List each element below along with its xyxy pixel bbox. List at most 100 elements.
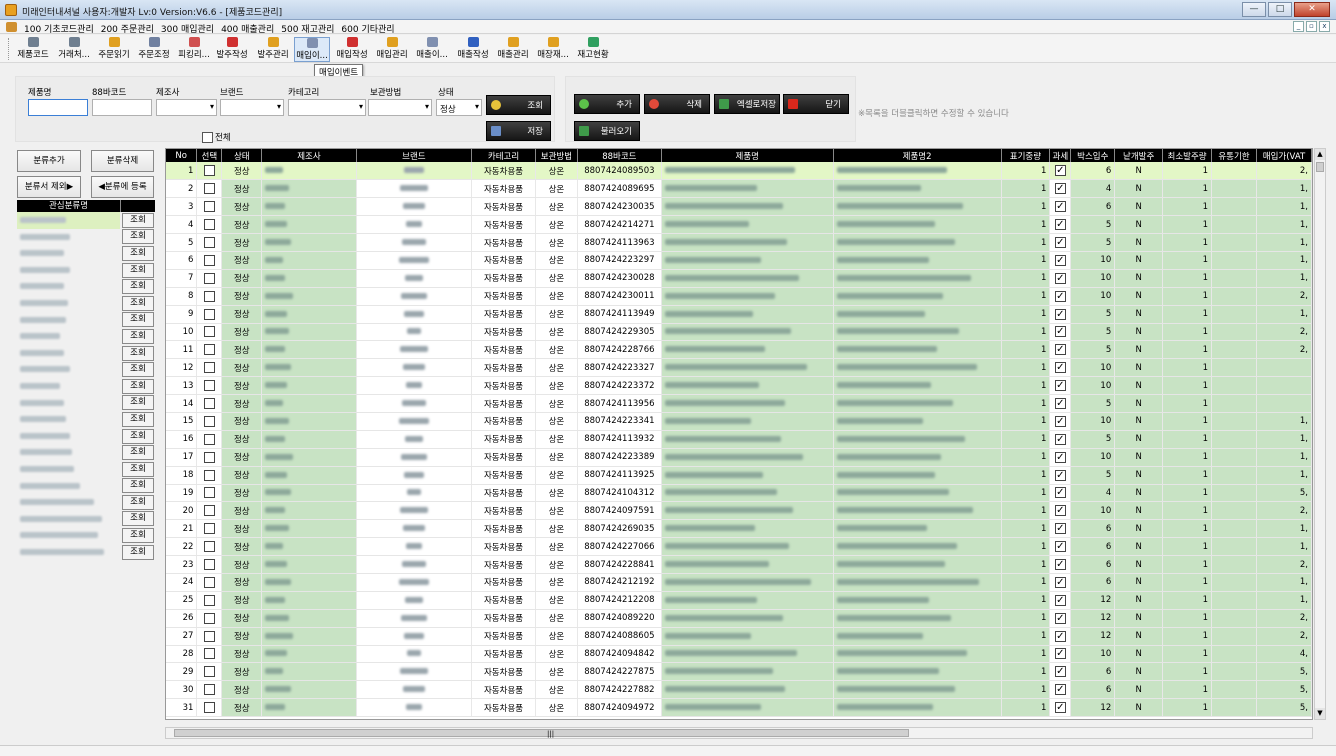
category-query-button[interactable]: 조회: [122, 411, 154, 427]
tax-checkbox[interactable]: ✓: [1054, 451, 1066, 463]
cell-tax[interactable]: ✓: [1049, 376, 1072, 396]
tax-checkbox[interactable]: ✓: [1054, 398, 1066, 410]
cell-select[interactable]: [196, 269, 223, 288]
category-query-button[interactable]: 조회: [122, 328, 154, 344]
cell-tax[interactable]: ✓: [1049, 609, 1072, 628]
category-query-button[interactable]: 조회: [122, 478, 154, 494]
category-row[interactable]: 조회: [17, 212, 155, 229]
category-query-button[interactable]: 조회: [122, 395, 154, 411]
category-query-button[interactable]: 조회: [122, 362, 154, 378]
category-row[interactable]: 조회: [17, 478, 155, 495]
cell-tax[interactable]: ✓: [1049, 323, 1072, 342]
cell-select[interactable]: [196, 287, 223, 306]
cell-tax[interactable]: ✓: [1049, 537, 1072, 557]
tax-checkbox[interactable]: ✓: [1054, 666, 1066, 678]
toolbar-button-13[interactable]: 매출관리: [494, 37, 532, 62]
cell-select[interactable]: [196, 698, 223, 718]
table-row[interactable]: 31 정상 자동차용품 상온 8807424094972 1 ✓ 12 N 1 5,: [166, 698, 1312, 718]
tax-checkbox[interactable]: ✓: [1054, 290, 1066, 302]
cell-tax[interactable]: ✓: [1049, 519, 1072, 539]
cell-select[interactable]: [196, 305, 223, 324]
add-category-button[interactable]: 분류추가: [17, 150, 81, 172]
category-row[interactable]: 조회: [17, 527, 155, 544]
cell-select[interactable]: [196, 519, 223, 539]
status-select[interactable]: 정상: [436, 99, 482, 116]
category-query-button[interactable]: 조회: [122, 262, 154, 278]
tax-checkbox[interactable]: ✓: [1054, 576, 1066, 588]
tax-checkbox[interactable]: ✓: [1054, 594, 1066, 606]
cell-tax[interactable]: ✓: [1049, 179, 1072, 199]
toolbar-button-6[interactable]: 발주작성: [214, 37, 250, 62]
table-row[interactable]: 16 정상 자동차용품 상온 8807424113932 1 ✓ 5 N 1 1,: [166, 430, 1312, 449]
cell-select[interactable]: [196, 448, 223, 467]
table-row[interactable]: 15 정상 자동차용품 상온 8807424223341 1 ✓ 10 N 1 1,: [166, 412, 1312, 431]
category-row[interactable]: 조회: [17, 494, 155, 511]
cell-select[interactable]: [196, 162, 223, 181]
cell-select[interactable]: [196, 179, 223, 199]
tax-checkbox[interactable]: ✓: [1054, 308, 1066, 320]
table-row[interactable]: 24 정상 자동차용품 상온 8807424212192 1 ✓ 6 N 1 1,: [166, 573, 1312, 592]
row-checkbox[interactable]: [203, 254, 215, 266]
category-row[interactable]: 조회: [17, 312, 155, 329]
row-checkbox[interactable]: [203, 362, 215, 374]
cell-select[interactable]: [196, 627, 223, 646]
row-checkbox[interactable]: [203, 487, 215, 499]
tax-checkbox[interactable]: ✓: [1054, 648, 1066, 660]
menu-item-3[interactable]: 300 매입관리: [161, 22, 214, 35]
cell-tax[interactable]: ✓: [1049, 305, 1072, 324]
cell-tax[interactable]: ✓: [1049, 591, 1072, 610]
row-checkbox[interactable]: [203, 630, 215, 642]
cell-tax[interactable]: ✓: [1049, 215, 1072, 235]
row-checkbox[interactable]: [203, 648, 215, 660]
cell-select[interactable]: [196, 394, 223, 413]
table-row[interactable]: 29 정상 자동차용품 상온 8807424227875 1 ✓ 6 N 1 5,: [166, 662, 1312, 682]
category-query-button[interactable]: 조회: [122, 461, 154, 477]
product-name-input[interactable]: [28, 99, 88, 116]
cell-select[interactable]: [196, 680, 223, 700]
tax-checkbox[interactable]: ✓: [1054, 380, 1066, 392]
category-row[interactable]: 조회: [17, 395, 155, 412]
maximize-button[interactable]: □: [1268, 2, 1292, 17]
toolbar-button-2[interactable]: 거래처...: [56, 37, 92, 62]
scroll-down-button[interactable]: ▼: [1315, 708, 1325, 719]
row-checkbox[interactable]: [203, 594, 215, 606]
cell-select[interactable]: [196, 573, 223, 592]
h-scroll-thumb[interactable]: |||: [174, 729, 909, 738]
cell-select[interactable]: [196, 340, 223, 360]
category-query-button[interactable]: 조회: [122, 511, 154, 527]
category-query-button[interactable]: 조회: [122, 245, 154, 261]
tax-checkbox[interactable]: ✓: [1054, 344, 1066, 356]
cell-tax[interactable]: ✓: [1049, 662, 1072, 682]
row-checkbox[interactable]: [203, 272, 215, 284]
category-row[interactable]: 조회: [17, 544, 155, 561]
category-row[interactable]: 조회: [17, 262, 155, 279]
tax-checkbox[interactable]: ✓: [1054, 505, 1066, 517]
tax-checkbox[interactable]: ✓: [1054, 541, 1066, 553]
row-checkbox[interactable]: [203, 165, 215, 177]
cell-tax[interactable]: ✓: [1049, 484, 1072, 503]
row-checkbox[interactable]: [203, 326, 215, 338]
tax-checkbox[interactable]: ✓: [1054, 469, 1066, 481]
vertical-scrollbar[interactable]: ▲ ▼: [1314, 148, 1326, 720]
row-checkbox[interactable]: [203, 576, 215, 588]
table-row[interactable]: 8 정상 자동차용품 상온 8807424230011 1 ✓ 10 N 1 2,: [166, 287, 1312, 306]
toolbar-button-9[interactable]: 매입작성: [334, 37, 370, 62]
cell-tax[interactable]: ✓: [1049, 680, 1072, 700]
table-row[interactable]: 14 정상 자동차용품 상온 8807424113956 1 ✓ 5 N 1: [166, 394, 1312, 413]
tax-checkbox[interactable]: ✓: [1054, 684, 1066, 696]
table-row[interactable]: 1 정상 자동차용품 상온 8807424089503 1 ✓ 6 N 1 2,: [166, 162, 1312, 181]
table-row[interactable]: 2 정상 자동차용품 상온 8807424089695 1 ✓ 4 N 1 1,: [166, 179, 1312, 199]
tax-checkbox[interactable]: ✓: [1054, 237, 1066, 248]
table-row[interactable]: 28 정상 자동차용품 상온 8807424094842 1 ✓ 10 N 1 4,: [166, 645, 1312, 664]
table-row[interactable]: 13 정상 자동차용품 상온 8807424223372 1 ✓ 10 N 1: [166, 376, 1312, 396]
cell-tax[interactable]: ✓: [1049, 430, 1072, 449]
toolbar-button-12[interactable]: 매출작성: [454, 37, 492, 62]
tax-checkbox[interactable]: ✓: [1054, 612, 1066, 624]
category-query-button[interactable]: 조회: [122, 345, 154, 361]
cell-select[interactable]: [196, 501, 223, 521]
menu-item-1[interactable]: 100 기초코드관리: [24, 22, 94, 35]
table-row[interactable]: 4 정상 자동차용품 상온 8807424214271 1 ✓ 5 N 1 1,: [166, 215, 1312, 235]
category-row[interactable]: 조회: [17, 428, 155, 445]
cell-select[interactable]: [196, 609, 223, 628]
cell-tax[interactable]: ✓: [1049, 197, 1072, 217]
